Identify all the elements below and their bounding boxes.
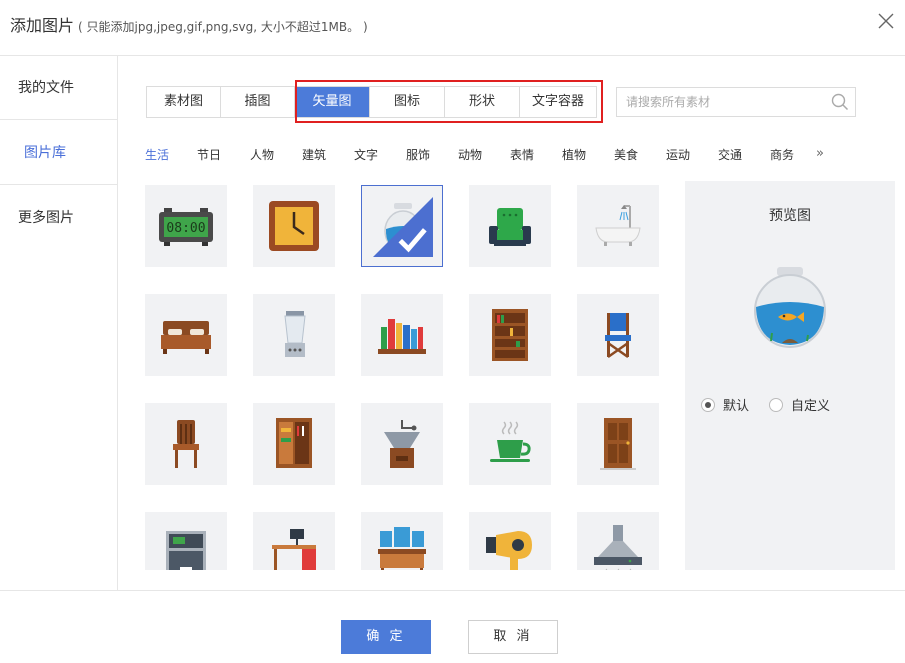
selected-check-icon: [373, 197, 433, 257]
coffee-grinder-icon: [384, 420, 420, 468]
category-sports[interactable]: 运动: [666, 146, 690, 163]
bookcase-icon: [492, 309, 528, 361]
radio-custom[interactable]: [769, 397, 783, 412]
grid-item[interactable]: [145, 512, 227, 570]
grid-item[interactable]: [469, 294, 551, 376]
search-input[interactable]: [617, 88, 817, 116]
coffee-machine-icon: [166, 531, 206, 570]
category-emoji[interactable]: 表情: [510, 146, 534, 163]
category-food[interactable]: 美食: [614, 146, 638, 163]
dialog-title: 添加图片( 只能添加jpg,jpeg,gif,png,svg, 大小不超过1MB…: [10, 12, 368, 36]
sidebar-item-more-images[interactable]: 更多图片: [0, 186, 118, 250]
digital-clock-icon: 08:00: [159, 208, 213, 246]
option-default-label: 默认: [723, 399, 750, 414]
coffee-cup-icon: [490, 421, 531, 462]
preview-title: 预览图: [769, 208, 811, 224]
grid-item[interactable]: [469, 185, 551, 267]
grid-item[interactable]: [361, 403, 443, 485]
tab-material[interactable]: 素材图: [147, 87, 221, 117]
blue-chair-icon: [605, 313, 631, 359]
grid-item[interactable]: [577, 294, 659, 376]
bathtub-icon: [595, 205, 641, 246]
option-default[interactable]: 默认: [701, 395, 749, 414]
grid-item[interactable]: [577, 512, 659, 570]
confirm-button[interactable]: 确 定: [341, 620, 431, 654]
category-animal[interactable]: 动物: [458, 146, 482, 163]
door-icon: [600, 418, 636, 470]
vector-grid: 08:00: [145, 185, 670, 570]
category-plant[interactable]: 植物: [562, 146, 586, 163]
more-categories-icon[interactable]: »: [816, 146, 824, 161]
grid-item[interactable]: [361, 294, 443, 376]
option-custom-label: 自定义: [791, 399, 831, 414]
dressing-table-icon: [378, 527, 426, 570]
tab-vector[interactable]: 矢量图: [295, 87, 370, 117]
grid-item[interactable]: [469, 403, 551, 485]
dialog-title-text: 添加图片: [10, 16, 75, 35]
armchair-icon: [489, 208, 531, 246]
category-festival[interactable]: 节日: [197, 146, 221, 163]
grid-item-selected[interactable]: [361, 185, 443, 267]
wooden-chair-icon: [173, 420, 199, 468]
search-box: [616, 87, 856, 117]
cancel-button[interactable]: 取 消: [468, 620, 558, 654]
grid-item[interactable]: [361, 512, 443, 570]
sidebar-item-my-files[interactable]: 我的文件: [0, 56, 118, 120]
sidebar-item-image-library[interactable]: 图片库: [0, 121, 118, 185]
blender-icon: [284, 311, 306, 357]
tab-illustration[interactable]: 插图: [221, 87, 295, 117]
bookshelf-small-icon: [378, 319, 426, 354]
grid-item[interactable]: [145, 294, 227, 376]
fishbowl-icon: [754, 267, 826, 348]
grid-item[interactable]: 08:00: [145, 185, 227, 267]
tab-text-container[interactable]: 文字容器: [520, 87, 596, 117]
dialog-subtitle: ( 只能添加jpg,jpeg,gif,png,svg, 大小不超过1MB。 ): [78, 20, 368, 34]
category-clothing[interactable]: 服饰: [406, 146, 430, 163]
grid-item[interactable]: [253, 512, 335, 570]
grid-item[interactable]: [253, 403, 335, 485]
option-custom[interactable]: 自定义: [769, 395, 830, 414]
grid-item[interactable]: [253, 294, 335, 376]
category-traffic[interactable]: 交通: [718, 146, 742, 163]
dialog-footer: 确 定 取 消: [0, 590, 905, 663]
tab-shape[interactable]: 形状: [445, 87, 520, 117]
sidebar: 我的文件 图片库 更多图片: [0, 56, 118, 590]
category-business[interactable]: 商务: [770, 146, 794, 163]
sidebar-item-label: 更多图片: [18, 210, 74, 226]
category-life[interactable]: 生活: [145, 146, 169, 163]
wall-clock-icon: [269, 201, 319, 251]
grid-item[interactable]: [253, 185, 335, 267]
grid-item[interactable]: [145, 403, 227, 485]
category-building[interactable]: 建筑: [302, 146, 326, 163]
radio-default[interactable]: [701, 397, 715, 412]
dialog-titlebar: 添加图片( 只能添加jpg,jpeg,gif,png,svg, 大小不超过1MB…: [0, 0, 905, 56]
svg-text:08:00: 08:00: [166, 221, 205, 236]
tab-icon[interactable]: 图标: [370, 87, 445, 117]
wardrobe-icon: [276, 418, 312, 468]
hair-dryer-icon: [486, 531, 532, 570]
range-hood-icon: [594, 525, 642, 570]
grid-item[interactable]: [577, 403, 659, 485]
grid-item[interactable]: [577, 185, 659, 267]
preview-panel: 预览图 默认 自定义: [685, 181, 895, 570]
category-text[interactable]: 文字: [354, 146, 378, 163]
desk-icon: [272, 529, 316, 570]
search-icon[interactable]: [831, 93, 849, 111]
sidebar-item-label: 我的文件: [18, 80, 74, 96]
grid-item[interactable]: [469, 512, 551, 570]
category-people[interactable]: 人物: [250, 146, 274, 163]
type-tabs: 素材图 插图 矢量图 图标 形状 文字容器: [146, 86, 597, 118]
sidebar-item-label: 图片库: [24, 145, 66, 161]
bed-icon: [161, 321, 211, 354]
close-icon[interactable]: [877, 12, 895, 30]
